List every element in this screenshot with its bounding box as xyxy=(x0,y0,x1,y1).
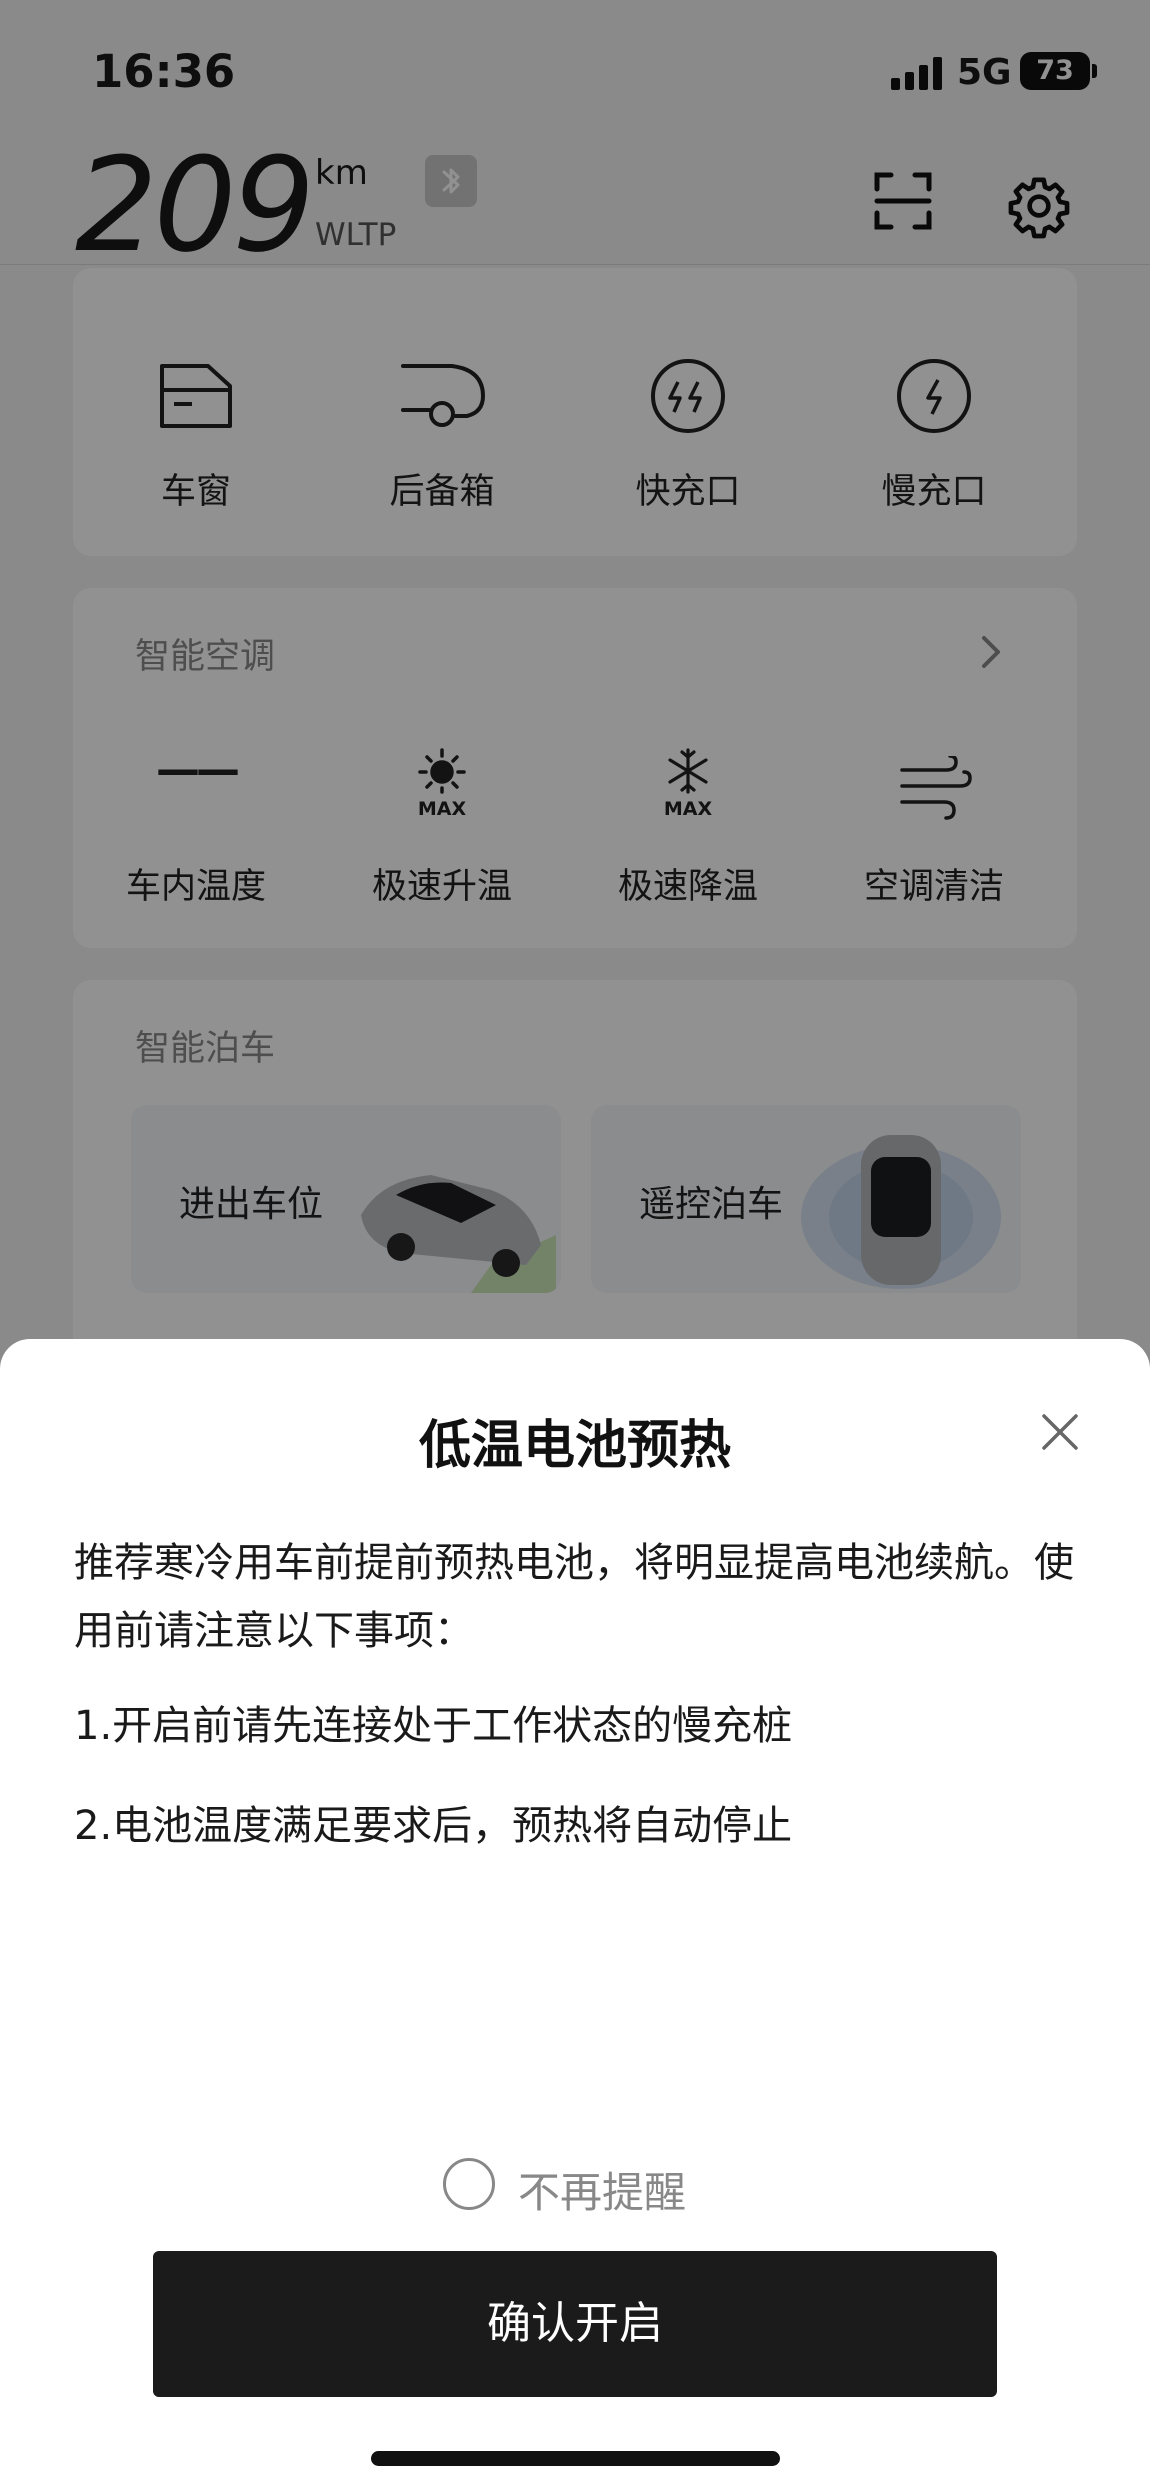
sheet-note-1: 1.开启前请先连接处于工作状态的慢充桩 xyxy=(74,1703,793,1749)
confirm-enable-button[interactable]: 确认开启 xyxy=(153,2251,997,2397)
dont-remind-checkbox[interactable]: 不再提醒 xyxy=(0,2149,1150,2219)
dont-remind-label[interactable]: 不再提醒 xyxy=(518,2159,686,2220)
close-icon[interactable] xyxy=(1040,1412,1080,1452)
sheet-note-2: 2.电池温度满足要求后，预热将自动停止 xyxy=(74,1803,793,1849)
battery-preheat-sheet: 低温电池预热 推荐寒冷用车前提前预热电池，将明显提高电池续航。使用前请注意以下事… xyxy=(0,1339,1150,2489)
sheet-title: 低温电池预热 xyxy=(418,1416,731,1476)
checkbox-circle-icon[interactable] xyxy=(443,2158,495,2210)
home-indicator xyxy=(371,2451,780,2466)
sheet-intro: 推荐寒冷用车前提前预热电池，将明显提高电池续航。使用前请注意以下事项： xyxy=(74,1540,1074,1654)
